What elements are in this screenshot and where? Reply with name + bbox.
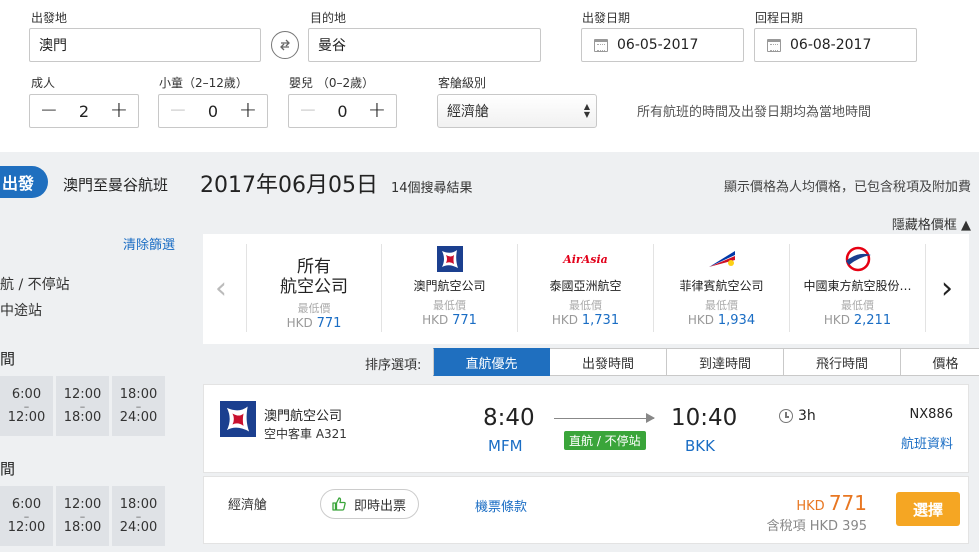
minus-icon[interactable]: − [38,100,60,122]
sort-depart-time[interactable]: 出發時間 [550,348,667,376]
sort-duration[interactable]: 飛行時間 [784,348,901,376]
china-eastern-logo-icon [845,246,871,272]
time-slot[interactable]: 6:00–12:00 [0,376,53,436]
result-count: 14個搜尋結果 [391,181,473,196]
airline-china-eastern[interactable]: 中國東方航空股份… 最低價 HKD 2,211 [790,244,926,332]
sort-label: 排序選項: [365,358,422,373]
departure-time: 8:40 [483,405,535,431]
chevron-right-icon[interactable]: › [941,274,953,304]
time-slot[interactable]: 18:00–24:00 [112,486,165,546]
cabin-select[interactable]: 經濟艙 ▲ ▼ [437,94,597,128]
fare-price: HKD 771 [796,491,867,515]
adults-stepper: − 2 + [29,94,139,128]
airline-macau[interactable]: 澳門航空公司 最低價 HKD 771 [382,244,518,332]
macau-airlines-logo-icon [220,401,256,437]
flight-aircraft: 空中客車 A321 [264,427,347,441]
search-form: 出發地 澳門 目的地 曼谷 出發日期 06-05-2017 回程日期 06-08… [0,0,979,152]
flight-date: 2017年06月05日 [200,173,378,198]
local-time-note: 所有航班的時間及出發日期均為當地時間 [637,105,872,120]
swap-icon [280,39,290,51]
flight-airline: 澳門航空公司 [264,409,343,424]
flight-number: NX886 [909,407,953,422]
sort-arrive-time[interactable]: 到達時間 [667,348,784,376]
time-slot[interactable]: 12:00–18:00 [56,486,109,546]
arrive-time-slots: 6:00–12:00 12:00–18:00 18:00–24:00 [0,486,165,546]
flight-duration: 3h [779,408,816,424]
hide-price-toggle[interactable]: 隱藏格價框 ▲ [892,214,971,233]
plus-icon[interactable]: + [366,100,388,122]
destination-input[interactable]: 曼谷 [308,28,541,62]
adults-value: 2 [78,101,90,121]
thumbs-up-icon [332,497,346,511]
children-stepper: − 0 + [158,94,268,128]
cabin-label: 客艙級別 [438,76,487,90]
airline-thai-airasia[interactable]: AirAsia 泰國亞洲航空 最低價 HKD 1,731 [518,244,654,332]
fare-tax: 含稅項 HKD 395 [766,519,867,534]
infants-label: 嬰兒 （0–2歲） [289,76,375,90]
route-title: 澳門至曼谷航班 [63,176,169,194]
time-slot[interactable]: 18:00–24:00 [112,376,165,436]
minus-icon[interactable]: − [297,100,319,122]
sort-direct[interactable]: 直航優先 [433,348,550,376]
children-value: 0 [207,101,219,121]
adults-label: 成人 [31,76,56,90]
infants-value: 0 [337,101,348,121]
return-date-input[interactable]: 06-08-2017 [754,28,917,62]
plus-icon[interactable]: + [108,100,130,122]
depart-date-label: 出發日期 [582,11,631,25]
clock-icon [779,409,793,423]
fare-row: 經濟艙 即時出票 機票條款 HKD 771 含稅項 HKD 395 選擇 [203,476,969,544]
sort-options: 直航優先 出發時間 到達時間 飛行時間 價格 [433,348,979,376]
time-slot[interactable]: 12:00–18:00 [56,376,109,436]
origin-input[interactable]: 澳門 [29,28,261,62]
direct-badge: 直航 / 不停站 [564,431,646,450]
filter-direct[interactable]: 航 / 不停站 [0,274,70,294]
arrival-airport: BKK [685,437,715,455]
chevron-left-icon[interactable]: ‹ [215,274,227,304]
instant-ticket-badge: 即時出票 [320,489,420,519]
fare-terms-link[interactable]: 機票條款 [475,496,527,515]
departure-airport: MFM [488,437,523,455]
return-date-label: 回程日期 [755,11,804,25]
airasia-logo-icon: AirAsia [563,252,608,266]
airline-carousel: ‹ 所有 航空公司 最低價 HKD 771 澳門航空公司 最低價 HKD 771 … [203,234,969,344]
price-note: 顯示價格為人均價格，已包含稅項及附加費 [723,180,971,195]
depart-time-heading: 間 [0,350,16,368]
plus-icon[interactable]: + [237,100,259,122]
airline-philippine[interactable]: 菲律賓航空公司 最低價 HKD 1,934 [654,244,790,332]
arrive-time-heading: 間 [0,460,16,478]
calendar-icon [767,38,781,52]
flight-info-link[interactable]: 航班資料 [901,433,953,452]
route-arrow [554,413,655,423]
flight-card[interactable]: 澳門航空公司 空中客車 A321 8:40 MFM 直航 / 不停站 10:40… [203,384,969,473]
calendar-icon [594,38,608,52]
depart-date-input[interactable]: 06-05-2017 [581,28,744,62]
origin-label: 出發地 [31,11,68,25]
destination-label: 目的地 [310,11,347,25]
depart-tag: 出發 [0,166,48,198]
sort-price[interactable]: 價格 [901,348,979,376]
children-label: 小童（2–12歲） [159,76,248,90]
time-slot[interactable]: 6:00–12:00 [0,486,53,546]
filter-via[interactable]: 中途站 [0,300,42,320]
philippine-airlines-logo-icon [708,251,735,267]
depart-time-slots: 6:00–12:00 12:00–18:00 18:00–24:00 [0,376,165,436]
select-button[interactable]: 選擇 [896,492,960,526]
macau-airlines-logo-icon [436,246,463,272]
swap-button[interactable] [271,31,299,59]
arrival-time: 10:40 [671,405,738,431]
infants-stepper: − 0 + [288,94,397,128]
airline-all[interactable]: 所有 航空公司 最低價 HKD 771 [246,244,382,332]
results-area: 出發 澳門至曼谷航班 2017年06月05日 14個搜尋結果 顯示價格為人均價格… [0,152,979,552]
select-arrows-icon: ▲ ▼ [583,102,590,119]
fare-cabin: 經濟艙 [228,498,268,513]
clear-filters-link[interactable]: 清除篩選 [123,234,175,253]
minus-icon[interactable]: − [167,100,189,122]
